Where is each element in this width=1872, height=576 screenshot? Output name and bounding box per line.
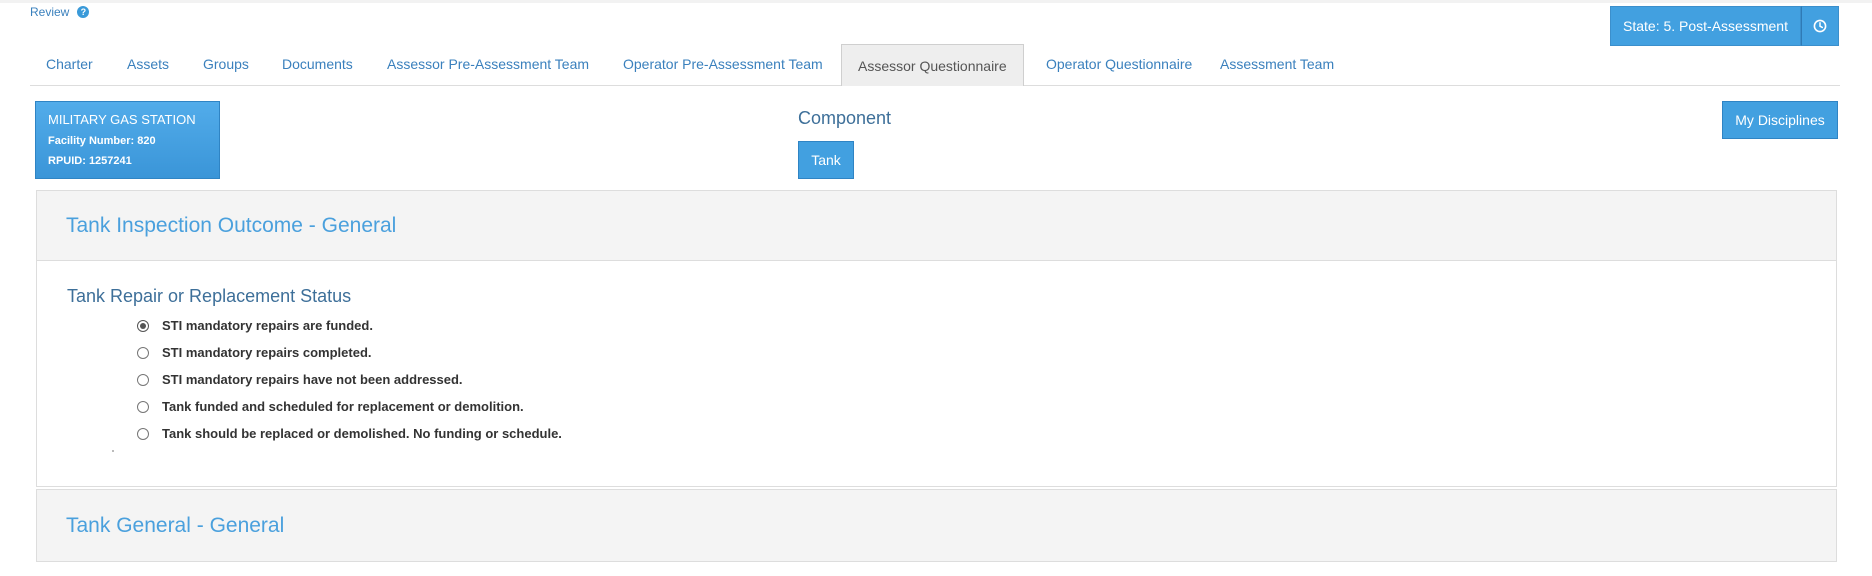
section-title[interactable]: Tank General - General xyxy=(37,490,1836,561)
radio-option[interactable]: Tank should be replaced or demolished. N… xyxy=(137,426,562,441)
tab-operator-pre-assessment-team[interactable]: Operator Pre-Assessment Team xyxy=(607,44,839,84)
tab-bar: Charter Assets Groups Documents Assessor… xyxy=(30,44,1840,86)
radio-option[interactable]: STI mandatory repairs are funded. xyxy=(137,318,373,333)
radio-button[interactable] xyxy=(137,427,149,440)
section-title[interactable]: Tank Inspection Outcome - General xyxy=(37,191,1836,261)
radio-button[interactable] xyxy=(137,373,149,386)
radio-option-label: STI mandatory repairs have not been addr… xyxy=(162,372,463,387)
state-button[interactable]: State: 5. Post-Assessment xyxy=(1610,6,1801,46)
decorative-dot xyxy=(112,450,114,452)
radio-option-label: Tank funded and scheduled for replacemen… xyxy=(162,399,524,414)
facility-name: MILITARY GAS STATION xyxy=(48,112,196,127)
component-title: Component xyxy=(798,108,892,128)
radio-option-label: STI mandatory repairs are funded. xyxy=(162,318,373,333)
facility-card[interactable]: MILITARY GAS STATION Facility Number: 82… xyxy=(35,101,220,179)
radio-option-label: Tank should be replaced or demolished. N… xyxy=(162,426,562,441)
tab-assessor-pre-assessment-team[interactable]: Assessor Pre-Assessment Team xyxy=(371,44,605,84)
review-label: Review xyxy=(30,5,70,19)
clock-icon[interactable] xyxy=(1800,6,1839,46)
tab-assessment-team[interactable]: Assessment Team xyxy=(1204,44,1350,84)
top-divider xyxy=(0,0,1872,3)
radio-button[interactable] xyxy=(137,400,149,413)
tab-documents[interactable]: Documents xyxy=(266,44,369,84)
review-header: Review ? xyxy=(30,5,90,19)
facility-rpuid: RPUID: 1257241 xyxy=(48,155,132,167)
tab-groups[interactable]: Groups xyxy=(187,44,265,84)
facility-number: Facility Number: 820 xyxy=(48,135,156,147)
question-circle-icon[interactable]: ? xyxy=(77,6,90,18)
radio-option-label: STI mandatory repairs completed. xyxy=(162,345,372,360)
radio-option[interactable]: Tank funded and scheduled for replacemen… xyxy=(137,399,524,414)
state-button-group: State: 5. Post-Assessment xyxy=(1610,6,1839,46)
tab-operator-questionnaire[interactable]: Operator Questionnaire xyxy=(1030,44,1208,84)
radio-button-checked[interactable] xyxy=(137,319,149,332)
tab-assessor-questionnaire[interactable]: Assessor Questionnaire xyxy=(841,44,1024,86)
question-title: Tank Repair or Replacement Status xyxy=(67,286,352,306)
section-panel-tank-general: Tank General - General xyxy=(36,489,1837,562)
radio-option[interactable]: STI mandatory repairs completed. xyxy=(137,345,372,360)
tab-charter[interactable]: Charter xyxy=(30,44,109,84)
tank-component-button[interactable]: Tank xyxy=(798,141,854,179)
radio-option[interactable]: STI mandatory repairs have not been addr… xyxy=(137,372,463,387)
section-panel-tank-inspection-outcome: Tank Inspection Outcome - General Tank R… xyxy=(36,190,1837,487)
radio-button[interactable] xyxy=(137,346,149,359)
my-disciplines-button[interactable]: My Disciplines xyxy=(1722,101,1838,139)
tab-assets[interactable]: Assets xyxy=(111,44,185,84)
